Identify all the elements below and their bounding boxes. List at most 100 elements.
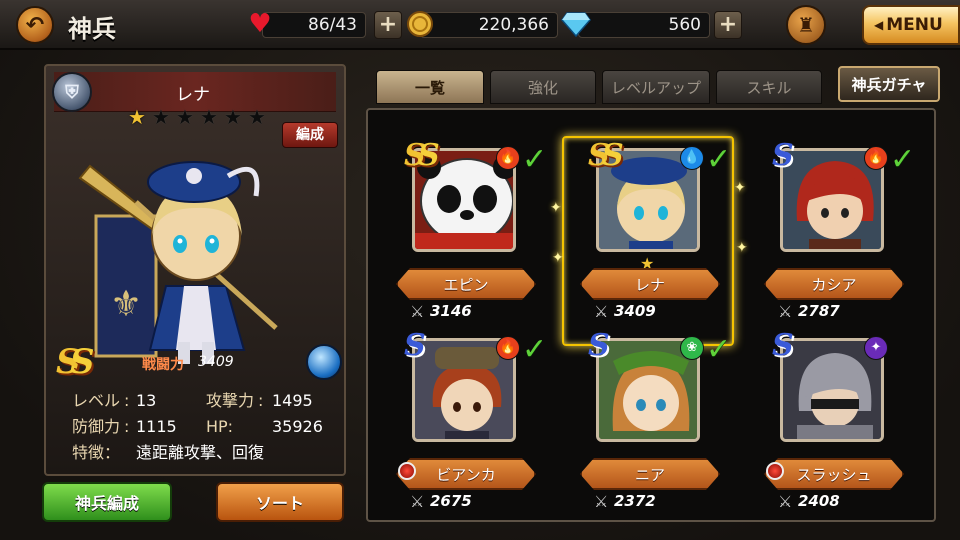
castle-icon: ♜ (797, 13, 815, 37)
unit-power: 2675 (430, 492, 472, 510)
unit-name: レナ (176, 85, 210, 105)
tab-list[interactable]: 一覧 (376, 70, 484, 104)
heart-icon: ♥ (248, 9, 272, 39)
sword-icon: ⚔ (778, 492, 793, 511)
level-value: 13 (136, 391, 157, 410)
unit-detail-panel: ⛨ レナ ★ ★ ★ ★ ★ ★ 編成 ⚜ S S 戦闘力 3409 レベル:… (44, 64, 346, 476)
rank-s-badge: S (588, 328, 610, 363)
gold-coin-icon (404, 8, 436, 40)
rank-ss-badge-overlay: S (602, 138, 624, 173)
diamond-icon (560, 8, 592, 40)
hp-value: 35926 (272, 417, 323, 436)
sword-icon: ⚔ (410, 302, 425, 321)
unit-stats: レベル : 13 攻撃力 : 1495 防御力 : 1115 HP: 35926… (72, 388, 342, 466)
star-empty-icon: ★ (200, 105, 218, 129)
star-empty-icon: ★ (248, 105, 266, 129)
class-emblem-icon: ⛨ (52, 72, 92, 112)
checkmark-icon: ✓ (522, 332, 548, 367)
unit-power: 3146 (430, 302, 472, 320)
tab-enhance[interactable]: 強化 (490, 70, 596, 104)
unit-card[interactable]: S 🔥 ✓ ビアンカ ⚔ 2675 (384, 328, 548, 520)
rank-s-badge: S (404, 328, 426, 363)
power-label: 戦闘力 (142, 357, 184, 373)
unit-name-plate: エピン (396, 268, 536, 300)
unit-card-selected[interactable]: S S 💧 ✓ ★ レナ ⚔ 3409 (568, 138, 732, 330)
unit-name-plate: カシア (764, 268, 904, 300)
fire-element-icon: 🔥 (864, 146, 888, 170)
rank-ss-badge-overlay: S (70, 342, 95, 382)
attack-value: 1495 (272, 391, 313, 410)
stamina-counter: 86/43 (262, 12, 366, 38)
hp-label: HP: (206, 417, 234, 436)
rank-s-badge: S (772, 328, 794, 363)
unit-name-plate: レナ (580, 268, 720, 300)
star-empty-icon: ★ (224, 105, 242, 129)
unit-card[interactable]: S ❀ ✓ ニア ⚔ 2372 (568, 328, 732, 520)
checkmark-icon: ✓ (706, 332, 732, 367)
sword-icon: ⚔ (778, 302, 793, 321)
defense-label: 防御力 (72, 417, 121, 436)
screen-title: 神兵 (68, 15, 116, 43)
unit-formation-button[interactable]: 神兵編成 (42, 482, 172, 522)
back-button[interactable]: ↶ (16, 6, 54, 44)
gacha-button[interactable]: 神兵ガチャ (838, 66, 940, 102)
sword-icon: ⚔ (410, 492, 425, 511)
back-arrow-icon: ↶ (25, 12, 45, 38)
water-element-icon (306, 344, 342, 380)
fire-element-icon: 🔥 (496, 146, 520, 170)
rank-ss-badge-overlay: S (418, 138, 440, 173)
checkmark-icon: ✓ (706, 142, 732, 177)
sword-icon: ⚔ (594, 302, 609, 321)
unit-power: 2408 (798, 492, 840, 510)
dark-element-icon: ✦ (864, 336, 888, 360)
screen: ↶ 神兵 86/43 ♥ + 220,366 560 + ♜ ◀ MENU ⛨ … (0, 0, 960, 540)
fire-element-icon: 🔥 (496, 336, 520, 360)
menu-label: MENU (886, 15, 943, 35)
unit-name-plate: ビアンカ (396, 458, 536, 490)
menu-button[interactable]: ◀ MENU (862, 5, 960, 45)
tab-skill[interactable]: スキル (716, 70, 822, 104)
power-row: S S 戦闘力 3409 (52, 342, 342, 382)
top-bar: ↶ 神兵 86/43 ♥ + 220,366 560 + ♜ ◀ MENU (0, 0, 960, 50)
svg-text:⚜: ⚜ (110, 284, 142, 325)
power-value: 3409 (198, 354, 234, 370)
defense-value: 1115 (136, 417, 177, 436)
gold-counter: 220,366 (420, 12, 558, 38)
unit-power: 2787 (798, 302, 840, 320)
alert-dot-icon (398, 462, 416, 480)
unit-card[interactable]: S ✦ スラッシュ ⚔ 2408 (752, 328, 912, 520)
sparkle-icon: ✦ (550, 200, 562, 216)
sparkle-icon: ✦ (552, 250, 564, 266)
unit-card[interactable]: S S 🔥 ✓ エピン ⚔ 3146 (384, 138, 548, 330)
sparkle-icon: ✦ (736, 240, 748, 256)
unit-name-plate: スラッシュ (764, 458, 904, 490)
triangle-left-icon: ◀ (874, 18, 884, 32)
castle-button[interactable]: ♜ (786, 5, 826, 45)
unit-name-plate: ニア (580, 458, 720, 490)
sort-button[interactable]: ソート (216, 482, 344, 522)
add-gems-button[interactable]: + (714, 11, 742, 39)
checkmark-icon: ✓ (522, 142, 548, 177)
sparkle-icon: ✦ (734, 180, 746, 196)
star-filled-icon: ★ (128, 105, 146, 129)
trait-label: 特徴： (72, 443, 121, 462)
star-rating: ★ ★ ★ ★ ★ ★ (126, 106, 268, 128)
sword-icon: ⚔ (594, 492, 609, 511)
unit-power: 2372 (614, 492, 656, 510)
level-label: レベル (72, 391, 121, 410)
water-element-icon: 💧 (680, 146, 704, 170)
unit-power: 3409 (614, 302, 656, 320)
add-stamina-button[interactable]: + (374, 11, 402, 39)
attack-label: 攻撃力 (206, 391, 255, 410)
star-empty-icon: ★ (152, 105, 170, 129)
alert-dot-icon (766, 462, 784, 480)
unit-card[interactable]: S 🔥 ✓ カシア ⚔ 2787 (752, 138, 916, 330)
star-empty-icon: ★ (176, 105, 194, 129)
unit-character-art: ⚜ (78, 161, 278, 364)
tab-level-up[interactable]: レベルアップ (602, 70, 710, 104)
checkmark-icon: ✓ (890, 142, 916, 177)
rank-s-badge: S (772, 138, 794, 173)
gem-counter: 560 (578, 12, 710, 38)
trait-value: 遠距離攻撃、回復 (136, 443, 265, 462)
wind-element-icon: ❀ (680, 336, 704, 360)
